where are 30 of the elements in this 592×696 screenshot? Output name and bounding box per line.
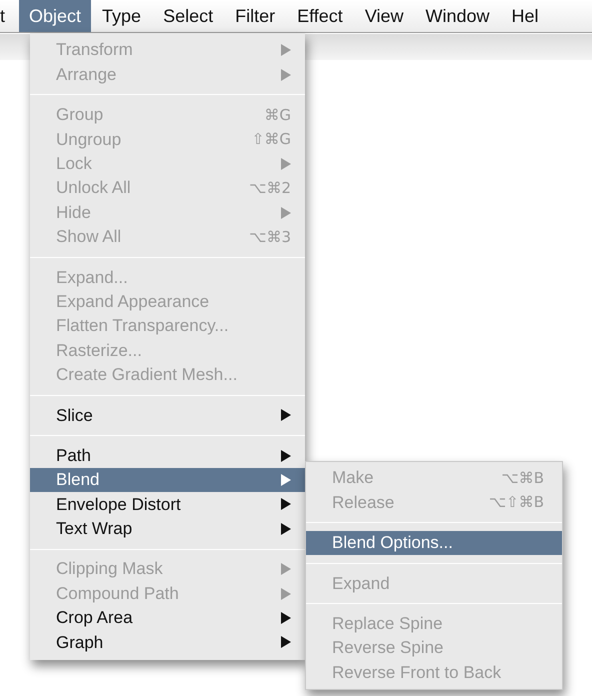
menu-title[interactable]: t	[0, 0, 20, 32]
menu-title[interactable]: Window	[414, 0, 501, 32]
submenu-arrow-icon	[281, 636, 291, 648]
menu-item[interactable]: Blend	[30, 468, 305, 492]
submenu-arrow-icon	[281, 588, 291, 600]
menu-title[interactable]: Type	[91, 0, 152, 32]
menu-title[interactable]: Hel	[500, 0, 550, 32]
menu-title[interactable]: View	[354, 0, 415, 32]
submenu-arrow-icon	[281, 158, 291, 170]
submenu-arrow-icon	[281, 206, 291, 219]
submenu-arrow-icon	[281, 612, 291, 624]
submenu-arrow-icon	[281, 498, 291, 510]
submenu-arrow-icon	[281, 450, 291, 462]
menu-item[interactable]: Graph	[30, 630, 305, 655]
menu-item[interactable]: Text Wrap	[30, 516, 305, 542]
menu-item[interactable]: Path	[30, 443, 305, 468]
menu-item[interactable]: Slice	[30, 403, 305, 428]
submenu-arrow-icon	[281, 409, 291, 422]
submenu-arrow-icon	[281, 522, 291, 535]
menu-title[interactable]: Object	[19, 0, 92, 32]
menu-item[interactable]: Crop Area	[30, 606, 305, 630]
submenu-arrow-icon	[281, 563, 291, 576]
submenu-arrow-icon	[281, 474, 291, 486]
submenu-arrow-icon	[281, 68, 291, 81]
menu-title[interactable]: Filter	[224, 0, 286, 32]
menu-item[interactable]: Blend Options...	[306, 530, 562, 556]
menu-title[interactable]: Effect	[286, 0, 354, 32]
submenu-arrow-icon	[281, 44, 291, 56]
menu-item[interactable]: Envelope Distort	[30, 492, 305, 517]
menu-title[interactable]: Select	[152, 0, 224, 32]
